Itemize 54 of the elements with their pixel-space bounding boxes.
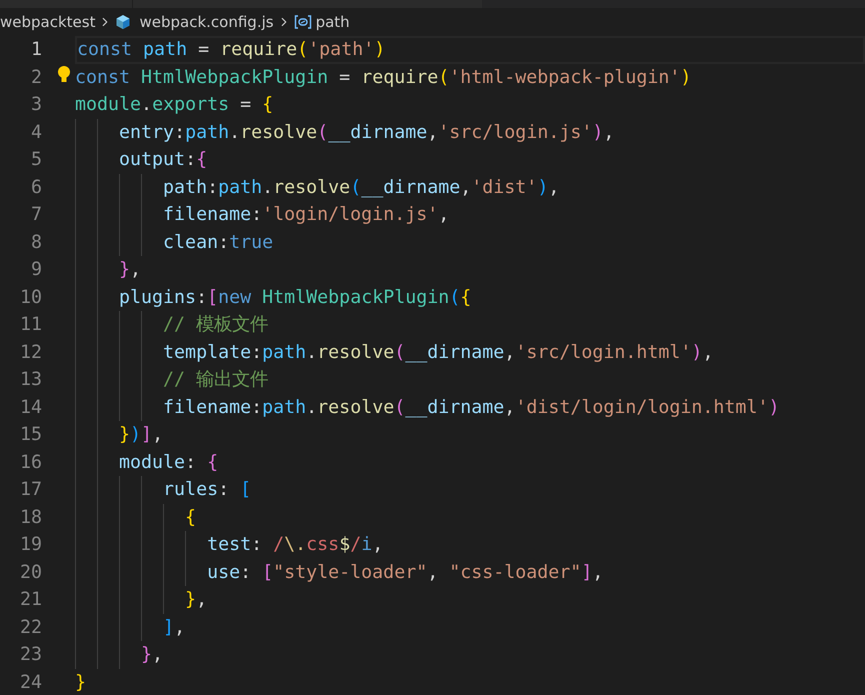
line-number: 3 — [30, 93, 42, 118]
code-line: use: ["style-loader", "css-loader"], — [206, 560, 604, 585]
line-number: 2 — [30, 66, 42, 90]
code-line: const path = require('path') — [77, 38, 386, 62]
line-number: 10 — [18, 286, 42, 310]
line-number: 13 — [18, 368, 42, 392]
line-number: 8 — [30, 230, 42, 255]
breadcrumb-item[interactable]: webpacktest — [0, 10, 96, 34]
code-line: // 输出文件 — [162, 368, 268, 392]
code-line: }, — [184, 588, 208, 612]
line-number: 16 — [18, 450, 42, 475]
breadcrumb-item[interactable]: webpack.config.js — [139, 10, 274, 34]
code-line: filename:path.resolve(__dirname,'dist/login/login.html') — [162, 396, 780, 420]
line-number: 21 — [18, 588, 42, 612]
code-line: { — [184, 506, 196, 530]
line-number: 11 — [18, 313, 42, 338]
code-line: template:path.resolve(__dirname,'src/login.html'), — [162, 340, 714, 365]
line-number: 1 — [30, 38, 42, 62]
line-number: 19 — [18, 533, 42, 558]
code-line: ], — [162, 616, 186, 640]
code-line: rules: [ — [162, 478, 252, 502]
line-number: 6 — [30, 176, 42, 200]
code-line: } — [75, 670, 86, 695]
line-number: 22 — [18, 616, 42, 640]
line-number: 4 — [30, 120, 42, 145]
line-number: 20 — [18, 560, 42, 585]
breadcrumb-item[interactable]: path — [316, 10, 350, 34]
line-number: 9 — [30, 258, 42, 282]
line-number: 23 — [18, 643, 42, 668]
code-line: path:path.resolve(__dirname,'dist'), — [162, 176, 560, 200]
code-line: }, — [140, 643, 164, 668]
code-line: module.exports = { — [75, 93, 274, 118]
code-line: clean:true — [162, 230, 274, 255]
line-number: 15 — [18, 423, 42, 448]
code-line: test: /\.css$/i, — [206, 533, 384, 558]
line-number: 7 — [30, 203, 42, 228]
line-number: 14 — [18, 396, 42, 420]
code-line: // 模板文件 — [162, 313, 268, 338]
line-number: 12 — [18, 340, 42, 365]
code-line: entry:path.resolve(__dirname,'src/login.js'), — [118, 120, 614, 145]
line-number: 18 — [18, 506, 42, 530]
code-line: filename:'login/login.js', — [162, 203, 450, 228]
code-line: output:{ — [118, 148, 208, 172]
variable-icon — [294, 15, 312, 29]
line-number: 5 — [30, 148, 42, 172]
lightbulb-icon[interactable] — [57, 64, 71, 84]
code-line: })], — [118, 423, 164, 448]
line-number: 17 — [18, 478, 42, 502]
cube-icon — [115, 14, 132, 30]
code-line: const HtmlWebpackPlugin = require('html-webpack-plugin') — [75, 66, 692, 90]
line-number: 24 — [18, 670, 42, 695]
code-line: module: { — [118, 450, 218, 475]
code-line: plugins:[new HtmlWebpackPlugin({ — [118, 286, 472, 310]
code-line: }, — [118, 258, 142, 282]
